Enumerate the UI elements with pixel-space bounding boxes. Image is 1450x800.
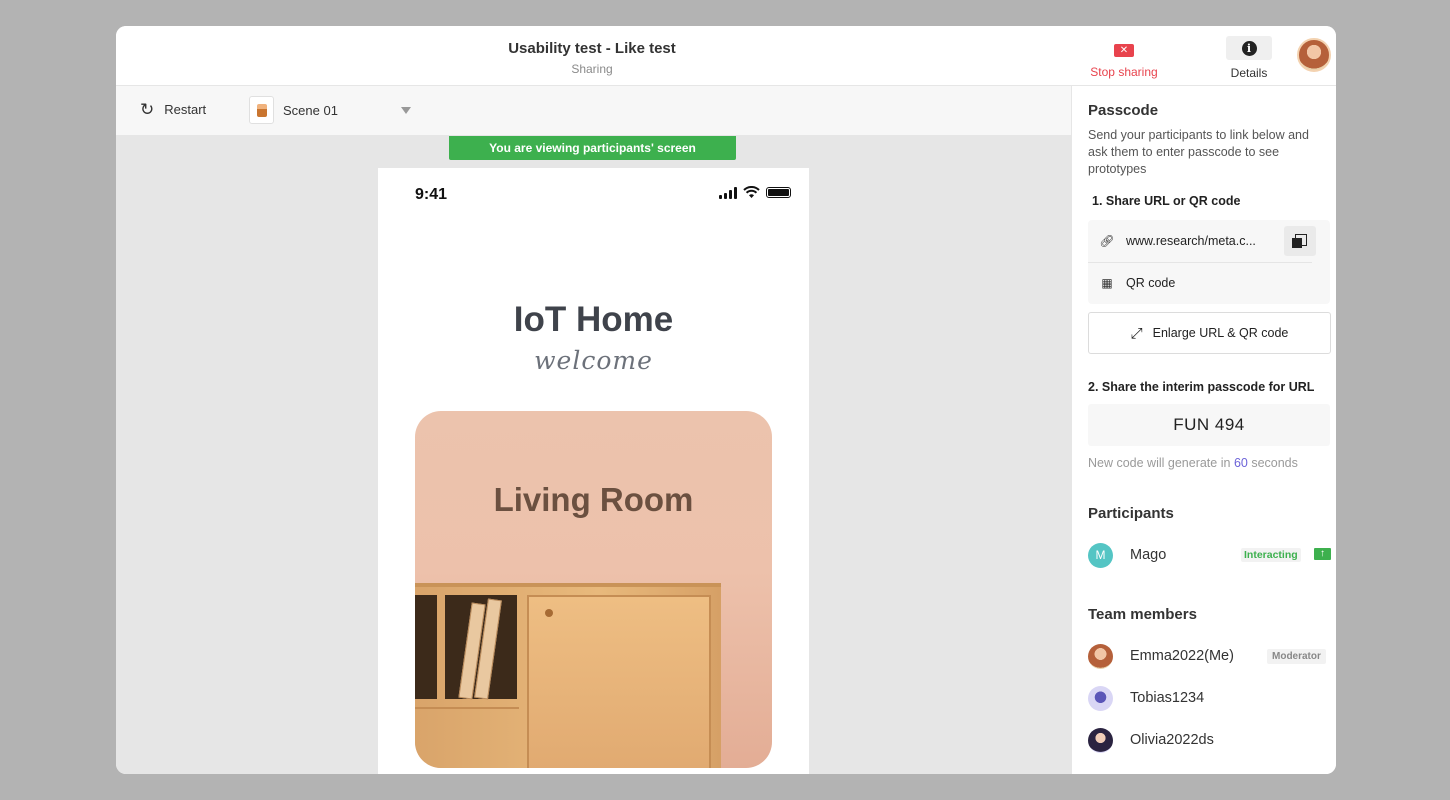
restart-button[interactable]: ↻ Restart xyxy=(140,101,206,118)
stop-sharing-button[interactable]: ✕ Stop sharing xyxy=(1082,40,1166,79)
new-code-suffix: seconds xyxy=(1251,456,1298,470)
team-member-row[interactable]: Olivia2022ds xyxy=(1088,726,1332,754)
signal-icon xyxy=(719,186,737,199)
status-time: 9:41 xyxy=(415,186,448,203)
header-bar: Usability test - Like test Sharing ✕ Sto… xyxy=(116,26,1336,86)
details-button[interactable]: i Details xyxy=(1226,36,1272,80)
avatar xyxy=(1088,643,1113,669)
restart-icon: ↻ xyxy=(140,100,155,119)
new-code-note: New code will generate in 60 seconds xyxy=(1088,456,1298,470)
page-subtitle: Sharing xyxy=(571,62,613,76)
chevron-down-icon xyxy=(401,107,411,114)
restart-label: Restart xyxy=(164,102,207,117)
team-member-row[interactable]: Tobias1234 xyxy=(1088,684,1332,712)
cabinet-door xyxy=(527,595,711,768)
close-icon: ✕ xyxy=(1114,44,1134,57)
url-text: www.research/meta.c... xyxy=(1126,234,1256,248)
qr-label: QR code xyxy=(1126,276,1176,290)
page-title: Usability test - Like test xyxy=(508,40,676,57)
app-welcome: welcome xyxy=(534,346,653,375)
room-title: Living Room xyxy=(493,481,694,518)
team-member-name: Emma2022(Me) xyxy=(1130,648,1234,664)
details-icon-wrap: i xyxy=(1226,36,1272,60)
battery-icon xyxy=(766,187,791,198)
user-avatar[interactable] xyxy=(1297,38,1331,72)
share-box: 🔗︎ www.research/meta.c... ▦ QR code xyxy=(1088,220,1330,304)
details-label: Details xyxy=(1230,66,1268,80)
new-code-prefix: New code will generate in xyxy=(1088,456,1231,470)
stop-sharing-label: Stop sharing xyxy=(1090,65,1158,79)
cabinet-knob xyxy=(545,609,553,617)
preview-canvas: You are viewing participants' screen 9:4… xyxy=(116,136,1071,774)
avatar xyxy=(1088,727,1113,753)
team-member-row[interactable]: Emma2022(Me) Moderator xyxy=(1088,642,1332,670)
step2-label: 2. Share the interim passcode for URL xyxy=(1088,380,1315,394)
participants-heading: Participants xyxy=(1088,505,1174,522)
participant-name: Mago xyxy=(1130,547,1167,563)
passcode-value: FUN 494 xyxy=(1088,404,1330,446)
app-window: Usability test - Like test Sharing ✕ Sto… xyxy=(116,26,1336,774)
copy-icon[interactable] xyxy=(1284,226,1316,256)
scene-label: Scene 01 xyxy=(283,102,338,118)
step1-label: 1. Share URL or QR code xyxy=(1092,194,1241,208)
participant-row[interactable]: M Mago Interacting ↑ xyxy=(1088,541,1332,569)
status-icons xyxy=(719,186,791,199)
scene-thumbnail xyxy=(249,96,274,124)
expand-icon: ⤢ xyxy=(1130,324,1143,342)
status-badge: Interacting xyxy=(1241,548,1301,562)
avatar: M xyxy=(1088,542,1113,568)
arrow-up-icon: ↑ xyxy=(1314,548,1331,560)
room-card-living-room[interactable]: Living Room xyxy=(415,411,772,768)
team-member-name: Tobias1234 xyxy=(1130,690,1205,706)
app-title: IoT Home xyxy=(513,300,674,339)
cabinet-shelf xyxy=(415,595,437,699)
avatar xyxy=(1088,685,1113,711)
url-row[interactable]: 🔗︎ www.research/meta.c... xyxy=(1088,220,1330,262)
enlarge-button[interactable]: ⤢ Enlarge URL & QR code xyxy=(1088,312,1331,354)
link-icon: 🔗︎ xyxy=(1099,234,1115,248)
passcode-heading: Passcode xyxy=(1088,102,1159,119)
enlarge-label: Enlarge URL & QR code xyxy=(1152,326,1289,340)
cabinet-illustration xyxy=(415,583,721,768)
team-member-name: Olivia2022ds xyxy=(1130,732,1214,748)
info-icon: i xyxy=(1241,40,1257,56)
qr-row[interactable]: ▦ QR code xyxy=(1088,262,1330,304)
team-heading: Team members xyxy=(1088,606,1197,623)
phone-screen: 9:41 IoT Home welcome Living Room xyxy=(378,168,809,774)
countdown-seconds: 60 xyxy=(1233,456,1248,470)
title-block: Usability test - Like test Sharing xyxy=(446,40,738,76)
scene-select[interactable]: Scene 01 xyxy=(249,96,411,124)
cabinet-divider xyxy=(415,707,519,709)
toolbar: ↻ Restart Scene 01 xyxy=(116,86,1071,136)
sidebar: Passcode Send your participants to link … xyxy=(1071,86,1336,774)
viewing-banner: You are viewing participants' screen xyxy=(449,136,736,160)
qr-code-icon: ▦ xyxy=(1101,276,1113,290)
passcode-description: Send your participants to link below and… xyxy=(1088,128,1309,176)
role-badge: Moderator xyxy=(1267,649,1326,664)
wifi-icon xyxy=(743,186,760,198)
